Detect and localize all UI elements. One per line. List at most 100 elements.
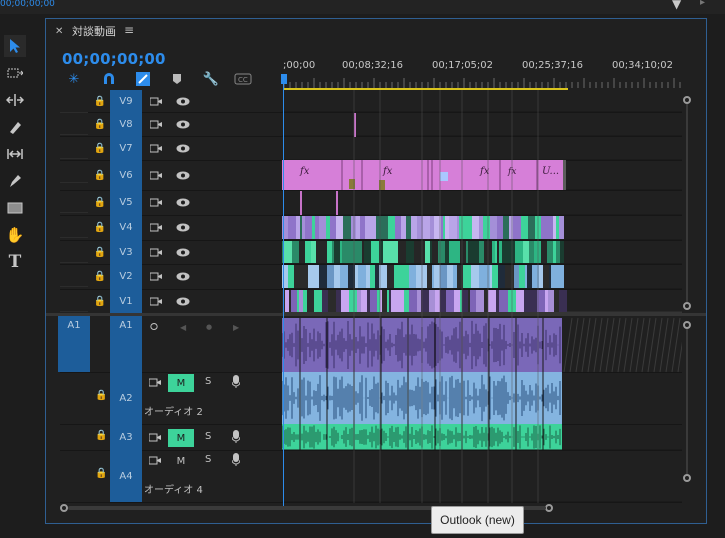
video-clip[interactable]	[502, 241, 510, 263]
video-clip[interactable]	[406, 241, 410, 263]
toggle-sync-lock-icon[interactable]	[149, 112, 163, 136]
lock-icon[interactable]: 🔒	[93, 264, 107, 289]
video-clip[interactable]	[527, 265, 532, 288]
video-clip[interactable]	[490, 216, 497, 239]
video-clip[interactable]	[316, 241, 321, 263]
video-clip[interactable]	[355, 265, 358, 288]
toggle-sync-lock-icon[interactable]	[149, 136, 163, 160]
video-clip[interactable]	[492, 265, 498, 288]
video-clip[interactable]	[349, 241, 356, 263]
video-clip[interactable]	[505, 265, 507, 288]
video-clip[interactable]	[432, 241, 438, 263]
video-clip[interactable]	[401, 216, 406, 239]
video-clip[interactable]	[556, 241, 560, 263]
ripple-edit-tool[interactable]	[4, 89, 26, 111]
video-clip[interactable]	[513, 216, 521, 239]
video-clip[interactable]	[438, 241, 445, 263]
video-clip[interactable]	[406, 216, 411, 239]
eye-icon[interactable]	[176, 215, 190, 240]
video-clip[interactable]	[411, 216, 417, 239]
video-clip[interactable]	[330, 216, 336, 239]
fx-adjustment-clip[interactable]	[282, 160, 566, 190]
video-clip[interactable]	[376, 216, 379, 239]
playhead[interactable]	[283, 74, 284, 506]
video-clip[interactable]	[387, 290, 389, 312]
eye-icon[interactable]	[176, 190, 190, 215]
video-clip[interactable]	[414, 241, 418, 263]
video-clip[interactable]	[434, 265, 440, 288]
video-clip[interactable]	[541, 216, 546, 239]
video-clip[interactable]	[430, 241, 432, 263]
video-clip[interactable]	[389, 290, 391, 312]
wrench-icon[interactable]: 🔧	[202, 70, 220, 88]
video-clip[interactable]	[476, 290, 484, 312]
video-clip[interactable]	[497, 241, 499, 263]
video-clip[interactable]	[366, 265, 370, 288]
toggle-sync-lock-icon[interactable]	[148, 455, 161, 468]
video-clip[interactable]	[365, 216, 370, 239]
track-label-A4[interactable]: A4	[110, 450, 142, 502]
lock-icon[interactable]: 🔒	[93, 289, 107, 313]
video-clip[interactable]	[370, 290, 377, 312]
eye-icon[interactable]	[176, 160, 190, 190]
lock-icon[interactable]: 🔒	[93, 160, 107, 190]
toggle-sync-lock-icon[interactable]	[149, 215, 163, 240]
video-clip[interactable]	[303, 290, 307, 312]
toggle-sync-lock-icon[interactable]	[149, 160, 163, 190]
video-clip[interactable]	[370, 265, 375, 288]
audio-scroll-top[interactable]	[683, 321, 691, 329]
track-select-tool[interactable]	[4, 62, 26, 84]
video-clip[interactable]	[462, 290, 468, 312]
video-clip[interactable]	[445, 216, 449, 239]
video-clip[interactable]	[332, 241, 334, 263]
video-clip[interactable]	[460, 241, 466, 263]
video-clip[interactable]	[492, 241, 495, 263]
video-clip[interactable]	[294, 265, 302, 288]
video-clip[interactable]	[449, 216, 457, 239]
video-clip[interactable]	[554, 290, 559, 312]
next-keyframe-icon[interactable]: ▶	[233, 323, 239, 332]
video-clip[interactable]	[471, 265, 479, 288]
video-clip[interactable]	[289, 290, 291, 312]
video-clip[interactable]	[497, 216, 503, 239]
eye-icon[interactable]	[176, 240, 190, 264]
video-clip[interactable]	[360, 216, 365, 239]
video-clip[interactable]	[336, 216, 343, 239]
video-clip[interactable]	[495, 241, 497, 263]
panel-menu-icon[interactable]: ▸	[700, 0, 705, 8]
video-clip[interactable]	[383, 241, 390, 263]
source-patch-A1[interactable]: A1	[58, 316, 90, 372]
video-clip[interactable]	[553, 241, 556, 263]
video-clip[interactable]	[490, 265, 492, 288]
video-clip[interactable]	[445, 241, 449, 263]
video-clip[interactable]	[299, 241, 305, 263]
eye-icon[interactable]	[176, 264, 190, 289]
transition-marker[interactable]	[440, 172, 448, 181]
video-clip[interactable]	[545, 290, 548, 312]
slip-tool[interactable]	[4, 143, 26, 165]
video-clip[interactable]	[356, 241, 362, 263]
video-clip[interactable]	[543, 265, 549, 288]
eye-icon[interactable]	[176, 289, 190, 313]
linked-selection-icon[interactable]	[134, 70, 152, 88]
video-clip[interactable]	[524, 290, 531, 312]
video-clip[interactable]	[479, 241, 484, 263]
lock-icon[interactable]: 🔒	[93, 90, 107, 112]
video-clip[interactable]	[499, 290, 506, 312]
video-clip[interactable]	[305, 216, 312, 239]
video-clip[interactable]	[327, 265, 334, 288]
mute-button[interactable]: M	[168, 452, 194, 470]
video-clip[interactable]	[466, 216, 472, 239]
video-clip[interactable]	[441, 216, 443, 239]
video-clip[interactable]	[449, 241, 453, 263]
video-clip[interactable]	[397, 216, 401, 239]
captions-icon[interactable]: CC	[234, 70, 252, 88]
track-label-V8[interactable]: V8	[110, 112, 142, 136]
video-clip[interactable]	[358, 265, 366, 288]
video-clip[interactable]	[340, 265, 348, 288]
video-clip[interactable]	[375, 265, 379, 288]
video-clip[interactable]	[470, 290, 476, 312]
video-clip[interactable]	[548, 290, 554, 312]
toggle-sync-lock-icon[interactable]	[148, 432, 161, 445]
toggle-sync-lock-icon[interactable]	[148, 377, 161, 390]
